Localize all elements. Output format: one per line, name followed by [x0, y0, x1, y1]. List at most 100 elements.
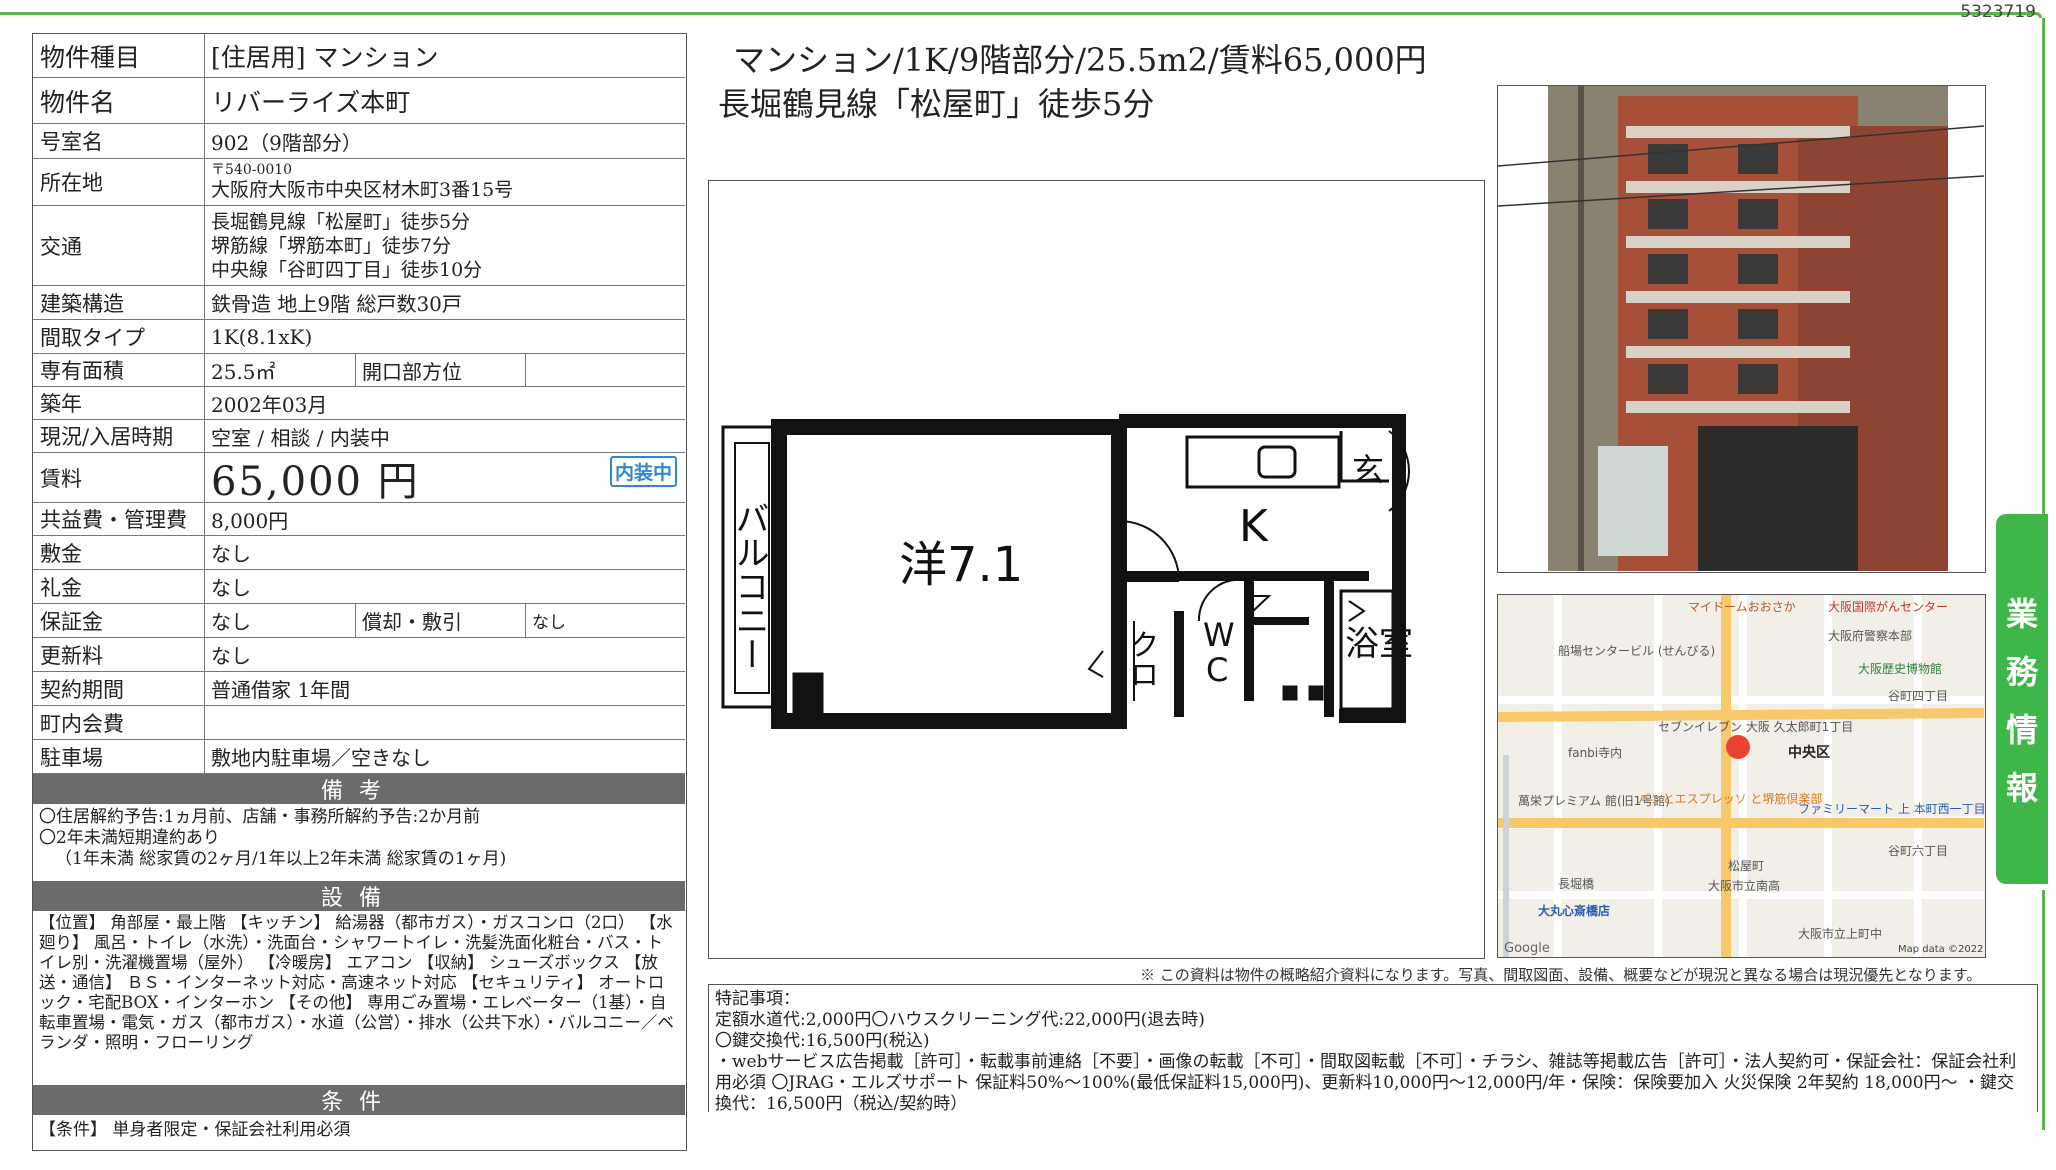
value-status: 空室 / 相談 / 内装中 — [211, 425, 390, 450]
label-key-money: 礼金 — [33, 570, 205, 603]
page-frame-right-lower — [2042, 890, 2045, 1130]
side-tab-char-4: 報 — [2005, 769, 2038, 807]
label-guarantee: 保証金 — [33, 604, 205, 637]
row-area: 専有面積 25.5㎡ 開口部方位 — [33, 354, 685, 387]
floor-plan: バルコニー 洋7.1 K 玄 浴室 クロ W C — [708, 180, 1485, 959]
map-label-13: 長堀橋 — [1558, 876, 1594, 891]
label-bath: 浴室 — [1345, 624, 1413, 664]
value-zip: 〒540-0010 — [211, 162, 293, 178]
label-kitchen: K — [1239, 501, 1269, 552]
page-frame-right — [2042, 18, 2045, 518]
label-name: 物件名 — [33, 78, 205, 123]
remarks-body: 〇住居解約予告:1ヵ月前、店舗・事務所解約予告:2か月前 〇2年未満短期違約あり… — [39, 807, 679, 870]
value-built: 2002年03月 — [211, 392, 328, 417]
value-address: 大阪府大阪市中央区材木町3番15号 — [211, 179, 514, 201]
row-address: 所在地 〒540-0010 大阪府大阪市中央区材木町3番15号 — [33, 159, 685, 206]
map-label-11: ファミリーマート 上 本町西一丁目店 — [1798, 802, 1984, 816]
row-renewal: 更新料 なし — [33, 638, 685, 672]
value-amortization: なし — [525, 604, 685, 637]
row-deposit: 敷金 なし — [33, 536, 685, 570]
side-tab-char-3: 情 — [2005, 711, 2038, 749]
value-direction — [525, 354, 685, 386]
label-parking: 駐車場 — [33, 740, 205, 773]
label-type: 物件種目 — [33, 34, 205, 77]
side-tab-char-1: 業 — [2005, 595, 2038, 633]
row-built: 築年 2002年03月 — [33, 387, 685, 420]
map-label-4: 大阪歴史博物館 — [1858, 661, 1942, 676]
facilities-body: 【位置】 角部屋・最上階 【キッチン】 給湯器（都市ガス）・ガスコンロ（2口） … — [39, 913, 674, 1052]
notes-line-3: 〇鍵交換代:16,500円(税込) — [715, 1031, 930, 1051]
label-amortization: 償却・敷引 — [355, 604, 525, 637]
value-area: 25.5㎡ — [211, 359, 276, 384]
map-label-16: 大阪市立南高 — [1708, 878, 1780, 893]
label-built: 築年 — [33, 387, 205, 419]
label-room: 号室名 — [33, 124, 205, 158]
label-fee: 共益費・管理費 — [33, 503, 205, 535]
row-transit: 交通 長堀鶴見線「松屋町」徒歩5分 堺筋線「堺筋本町」徒歩7分 中央線「谷町四丁… — [33, 206, 685, 286]
transit-line-3: 中央線「谷町四丁目」徒歩10分 — [211, 258, 483, 281]
value-structure: 鉄骨造 地上9階 総戸数30戸 — [211, 292, 462, 316]
map-label-1: 大阪国際がんセンター — [1828, 599, 1948, 614]
map-label-10: パンとエスプレッソ と堺筋倶楽部 — [1638, 791, 1822, 806]
label-contract: 契約期間 — [33, 672, 205, 705]
location-map: マイドームおおさか 大阪国際がんセンター 大阪府警察本部 船場センタービル (せ… — [1497, 594, 1986, 958]
row-structure: 建築構造 鉄骨造 地上9階 総戸数30戸 — [33, 286, 685, 320]
label-wc-w: W — [1203, 616, 1235, 654]
disclaimer-note: ※ この資料は物件の概略紹介資料になります。写真、間取図面、設備、概要などが現況… — [1140, 966, 1982, 984]
side-tab-char-2: 務 — [2005, 653, 2038, 691]
conditions-body: 【条件】 単身者限定・保証会社利用必須 — [39, 1120, 351, 1140]
label-balcony: バルコニー — [729, 501, 769, 671]
value-room: 902（9階部分） — [211, 130, 362, 155]
label-layout: 間取タイプ — [33, 320, 205, 353]
row-guarantee: 保証金 なし 償却・敷引 なし — [33, 604, 685, 638]
map-label-0: マイドームおおさか — [1688, 600, 1796, 614]
headline-line-1: マンション/1K/9階部分/25.5m2/賃料65,000円 — [733, 41, 1427, 79]
label-closet: クロ — [1124, 629, 1159, 689]
value-guarantee: なし — [211, 610, 251, 634]
listing-headline: マンション/1K/9階部分/25.5m2/賃料65,000円 長堀鶴見線「松屋町… — [718, 38, 1427, 126]
value-name: リバーライズ本町 — [211, 87, 411, 117]
notes-line-2: 定額水道代:2,000円〇ハウスクリーニング代:22,000円(退去時) — [715, 1010, 1205, 1030]
transit-line-1: 長堀鶴見線「松屋町」徒歩5分 — [211, 210, 471, 233]
map-google-logo: Google — [1504, 941, 1550, 956]
page-frame — [0, 12, 2042, 18]
map-attribution: Map data ©2022 — [1898, 944, 1983, 955]
map-drawing: マイドームおおさか 大阪国際がんセンター 大阪府警察本部 船場センタービル (せ… — [1498, 595, 1985, 957]
notes-line-1: 特記事項： — [715, 989, 800, 1009]
notes-line-4: ・webサービス広告掲載［許可］・転載事前連絡［不要］・画像の転載［不可］・間取… — [715, 1052, 2017, 1112]
label-association: 町内会費 — [33, 706, 205, 739]
headline-line-2: 長堀鶴見線「松屋町」徒歩5分 — [718, 85, 1155, 123]
label-rent: 賃料 — [33, 453, 205, 502]
value-type: [住居用] マンション — [211, 42, 439, 72]
map-label-3: 船場センタービル (せんびる) — [1558, 644, 1715, 658]
map-label-15: 大丸心斎橋店 — [1538, 903, 1610, 918]
value-parking: 敷地内駐車場／空きなし — [211, 746, 431, 770]
row-key-money: 礼金 なし — [33, 570, 685, 604]
map-label-12: 谷町六丁目 — [1888, 844, 1948, 858]
label-status: 現況/入居時期 — [33, 420, 205, 452]
value-contract: 普通借家 1年間 — [211, 678, 351, 702]
row-type: 物件種目 [住居用] マンション — [33, 34, 685, 78]
row-name: 物件名 リバーライズ本町 — [33, 78, 685, 124]
map-label-14: 松屋町 — [1728, 859, 1764, 873]
label-renewal: 更新料 — [33, 638, 205, 671]
label-area: 専有面積 — [33, 354, 205, 386]
remarks-header: 備考 — [33, 774, 685, 804]
row-layout: 間取タイプ 1K(8.1xK) — [33, 320, 685, 354]
label-direction: 開口部方位 — [355, 354, 525, 386]
business-info-tab[interactable]: 業 務 情 報 — [1996, 514, 2048, 884]
map-label-6: セブンイレブン 大阪 久太郎町1丁目 — [1658, 719, 1853, 734]
interior-work-badge: 内装中 — [609, 456, 677, 487]
row-contract: 契約期間 普通借家 1年間 — [33, 672, 685, 706]
value-rent: 65,000 円 — [211, 458, 420, 505]
map-label-17: 大阪市立上町中 — [1798, 926, 1882, 941]
facilities-header: 設備 — [33, 881, 685, 911]
label-transit: 交通 — [33, 206, 205, 285]
map-label-5: 谷町四丁目 — [1888, 689, 1948, 703]
value-deposit: なし — [211, 542, 251, 566]
row-room: 号室名 902（9階部分） — [33, 124, 685, 159]
map-label-8: fanbi寺内 — [1568, 746, 1622, 760]
transit-line-2: 堺筋線「堺筋本町」徒歩7分 — [211, 234, 452, 257]
value-key-money: なし — [211, 576, 251, 600]
map-label-7: 中央区 — [1788, 744, 1830, 761]
